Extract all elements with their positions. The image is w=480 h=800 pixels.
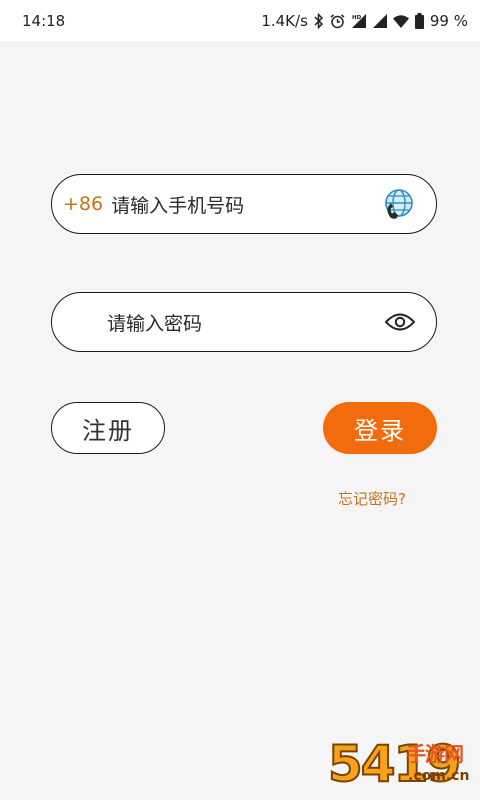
globe-phone-icon[interactable]	[382, 187, 416, 221]
status-time: 14:18	[22, 12, 66, 30]
watermark-logo: 5419 手游网 .com.cn	[326, 734, 476, 798]
forgot-password-link[interactable]: 忘记密码?	[338, 488, 406, 509]
status-bar: 14:18 1.4K/s HD 99 %	[0, 0, 480, 42]
country-code[interactable]: +86	[63, 193, 103, 215]
phone-placeholder: 请输入手机号码	[111, 194, 245, 217]
register-label: 注册	[82, 416, 134, 445]
login-button[interactable]: 登录	[323, 402, 437, 454]
password-input[interactable]: 请输入密码	[51, 292, 437, 352]
login-label: 登录	[354, 416, 406, 445]
watermark-title: 手游网	[406, 742, 464, 766]
svg-text:HD: HD	[352, 15, 362, 21]
hd-signal-icon: HD	[351, 13, 367, 29]
alarm-icon	[330, 13, 345, 29]
battery-icon	[414, 13, 424, 29]
status-divider	[0, 42, 480, 43]
battery-percent: 99 %	[429, 12, 468, 30]
eye-icon[interactable]	[384, 311, 416, 333]
wifi-icon	[392, 14, 409, 28]
network-speed: 1.4K/s	[261, 12, 308, 30]
watermark-domain: .com.cn	[408, 768, 470, 784]
status-icons: 1.4K/s HD 99 %	[261, 12, 468, 30]
register-button[interactable]: 注册	[51, 402, 165, 454]
password-placeholder: 请输入密码	[107, 312, 203, 335]
signal-icon	[372, 14, 387, 28]
bluetooth-icon	[314, 13, 324, 29]
phone-input[interactable]: +86 请输入手机号码	[51, 174, 437, 234]
